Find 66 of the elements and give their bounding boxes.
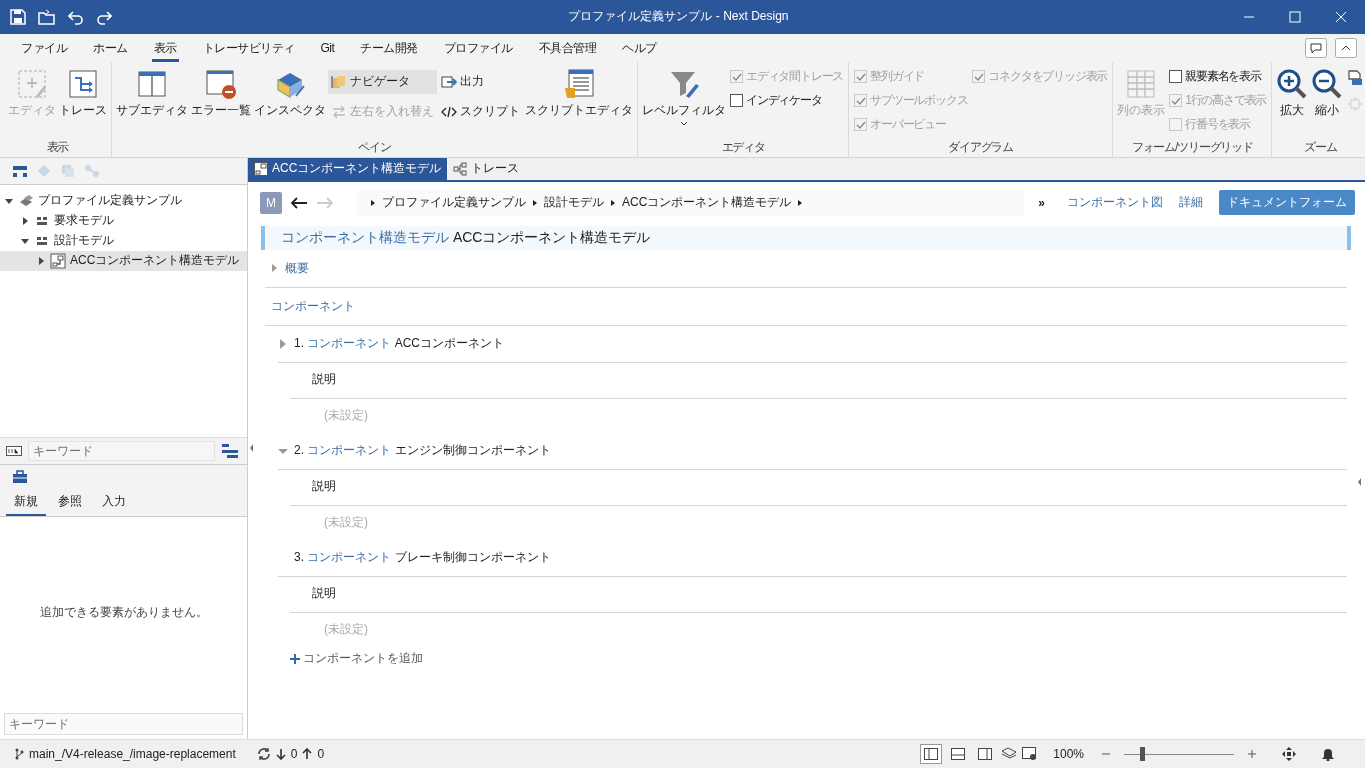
menu-tab[interactable]: 不具合管理: [525, 33, 610, 62]
field-label: 説明: [312, 584, 336, 602]
tree-item[interactable]: プロファイル定義サンプル: [0, 190, 247, 211]
menu-tab[interactable]: チーム開発: [347, 33, 431, 62]
ribbon-button[interactable]: スクリプト: [438, 99, 523, 124]
ribbon-button[interactable]: インスペクタ: [253, 65, 327, 121]
view-tab[interactable]: ドキュメントフォーム: [1219, 190, 1355, 216]
toolbox-tab[interactable]: 入力: [94, 488, 134, 516]
document-tab[interactable]: ACCコンポーネント構造モデル: [248, 157, 448, 180]
incoming-count: 0: [290, 747, 298, 761]
component-title: 2. コンポーネント エンジン制御コンポーネント: [294, 442, 551, 460]
component-title: 1. コンポーネント ACCコンポーネント: [294, 335, 504, 353]
group-label: エディタ: [720, 139, 766, 157]
ribbon-button[interactable]: レベルフィルタ: [641, 65, 727, 129]
menu-tab[interactable]: プロファイル: [430, 33, 526, 62]
model-badge: M: [260, 191, 282, 214]
group-label: ペイン: [357, 139, 392, 157]
menu-tab[interactable]: トレーサビリティ: [189, 33, 308, 62]
checkbox[interactable]: インディケータ: [728, 89, 846, 112]
window-title: プロファイル定義サンプル - Next Design: [567, 8, 790, 26]
ribbon-button[interactable]: 拡大: [1275, 65, 1310, 121]
heading-title: コンポーネント構造モデル ACCコンポーネント構造モデル: [281, 228, 651, 247]
breadcrumb-link[interactable]: プロファイル定義サンプル: [382, 194, 526, 212]
zoom-level: 100%: [1053, 747, 1084, 761]
menu-tab[interactable]: Git: [307, 33, 348, 62]
group-label: ダイアグラム: [947, 139, 1015, 157]
ribbon-button[interactable]: スクリプトエディタ: [524, 65, 634, 121]
ribbon-button[interactable]: ナビゲータ: [328, 69, 437, 94]
field-label: 説明: [312, 370, 336, 388]
field-value: (未設定): [324, 407, 368, 425]
section-title: コンポーネント: [271, 297, 355, 315]
component-title: 3. コンポーネント ブレーキ制御コンポーネント: [294, 549, 551, 567]
group-label: 表示: [45, 139, 70, 157]
field-label: 説明: [312, 477, 336, 495]
field-value: (未設定): [324, 621, 368, 639]
tree-item[interactable]: ACCコンポーネント構造モデル: [0, 250, 247, 271]
add-component-link[interactable]: コンポーネントを追加: [290, 650, 423, 668]
group-label: ズーム: [1303, 139, 1338, 157]
tree-item[interactable]: 設計モデル: [0, 230, 247, 251]
more-button[interactable]: »: [1038, 195, 1045, 210]
search-field[interactable]: キーワード: [28, 440, 215, 461]
ribbon-button[interactable]: 出力: [438, 69, 523, 94]
document-tab[interactable]: トレース: [447, 157, 526, 180]
empty-message: 追加できる要素がありません。: [39, 603, 208, 621]
toolbox-tab[interactable]: 新規: [6, 488, 46, 516]
breadcrumb-link[interactable]: ACCコンポーネント構造モデル: [622, 194, 792, 212]
view-tab[interactable]: コンポーネント図: [1067, 194, 1163, 212]
ribbon-button[interactable]: 縮小: [1310, 65, 1345, 121]
menu-tab[interactable]: ヘルプ: [609, 33, 670, 62]
section-title[interactable]: 概要: [285, 259, 309, 277]
toolbox-tab[interactable]: 参照: [50, 488, 90, 516]
field-value: (未設定): [324, 514, 368, 532]
outgoing-count: 0: [317, 747, 325, 761]
branch-name[interactable]: main_/V4-release_/image-replacement: [29, 747, 236, 761]
menu-tab[interactable]: 表示: [151, 33, 179, 62]
ribbon-button[interactable]: エラー一覧: [190, 65, 252, 121]
group-label: フォーム/ツリーグリッド: [1130, 139, 1254, 157]
menu-tab[interactable]: ホーム: [80, 33, 141, 62]
menu-tab[interactable]: ファイル: [8, 33, 80, 62]
ribbon-button[interactable]: サブエディタ: [115, 65, 189, 121]
breadcrumb-link[interactable]: 設計モデル: [544, 194, 604, 212]
checkbox[interactable]: 親要素名を表示: [1167, 65, 1269, 88]
search-field[interactable]: キーワード: [4, 713, 243, 736]
view-tab[interactable]: 詳細: [1179, 194, 1203, 212]
tree-item[interactable]: 要求モデル: [0, 210, 247, 231]
ribbon-button[interactable]: トレース: [58, 65, 108, 121]
